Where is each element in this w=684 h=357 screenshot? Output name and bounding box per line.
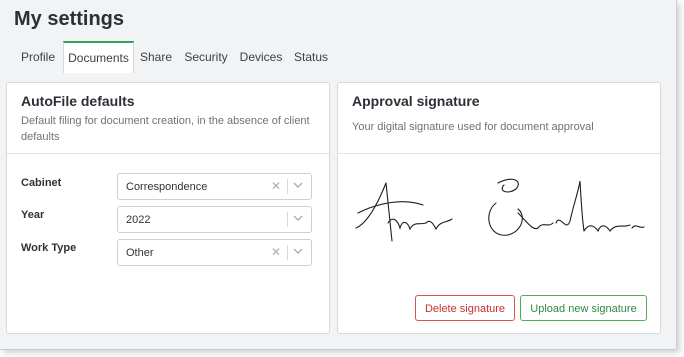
work-type-select[interactable]: Other ✕	[117, 239, 312, 266]
select-separator	[287, 212, 288, 227]
card-header: AutoFile defaults Default filing for doc…	[7, 83, 329, 154]
tab-devices[interactable]: Devices	[236, 41, 286, 73]
tab-share[interactable]: Share	[136, 41, 176, 73]
select-separator	[287, 179, 288, 194]
cabinet-label: Cabinet	[21, 177, 62, 189]
autofile-defaults-card: AutoFile defaults Default filing for doc…	[6, 82, 330, 334]
work-type-label: Work Type	[21, 242, 77, 254]
year-select[interactable]: 2022	[117, 206, 312, 233]
tab-status[interactable]: Status	[290, 41, 332, 73]
times-icon[interactable]: ✕	[271, 179, 281, 193]
settings-window: My settings Profile Documents Share Secu…	[0, 0, 677, 350]
card-title: Approval signature	[352, 93, 480, 109]
year-label: Year	[21, 209, 45, 221]
tab-profile[interactable]: Profile	[12, 41, 64, 73]
year-value: 2022	[126, 214, 151, 226]
select-separator	[287, 245, 288, 260]
signature-image	[355, 178, 645, 242]
chevron-down-icon[interactable]	[292, 244, 304, 258]
upload-signature-button[interactable]: Upload new signature	[520, 295, 647, 321]
delete-signature-button[interactable]: Delete signature	[415, 295, 515, 321]
approval-signature-card: Approval signature Your digital signatur…	[337, 82, 661, 334]
cabinet-select[interactable]: Correspondence ✕	[117, 173, 312, 200]
cabinet-value: Correspondence	[126, 181, 208, 193]
work-type-value: Other	[126, 247, 154, 259]
times-icon[interactable]: ✕	[271, 245, 281, 259]
card-subtitle: Your digital signature used for document…	[352, 121, 594, 133]
page-title: My settings	[14, 8, 125, 30]
chevron-down-icon[interactable]	[292, 178, 304, 192]
card-subtitle: Default filing for document creation, in…	[21, 115, 310, 143]
chevron-down-icon[interactable]	[292, 211, 304, 225]
tab-documents[interactable]: Documents	[63, 41, 134, 73]
card-header: Approval signature Your digital signatur…	[338, 83, 660, 154]
tab-security[interactable]: Security	[180, 41, 232, 73]
card-title: AutoFile defaults	[21, 93, 135, 109]
